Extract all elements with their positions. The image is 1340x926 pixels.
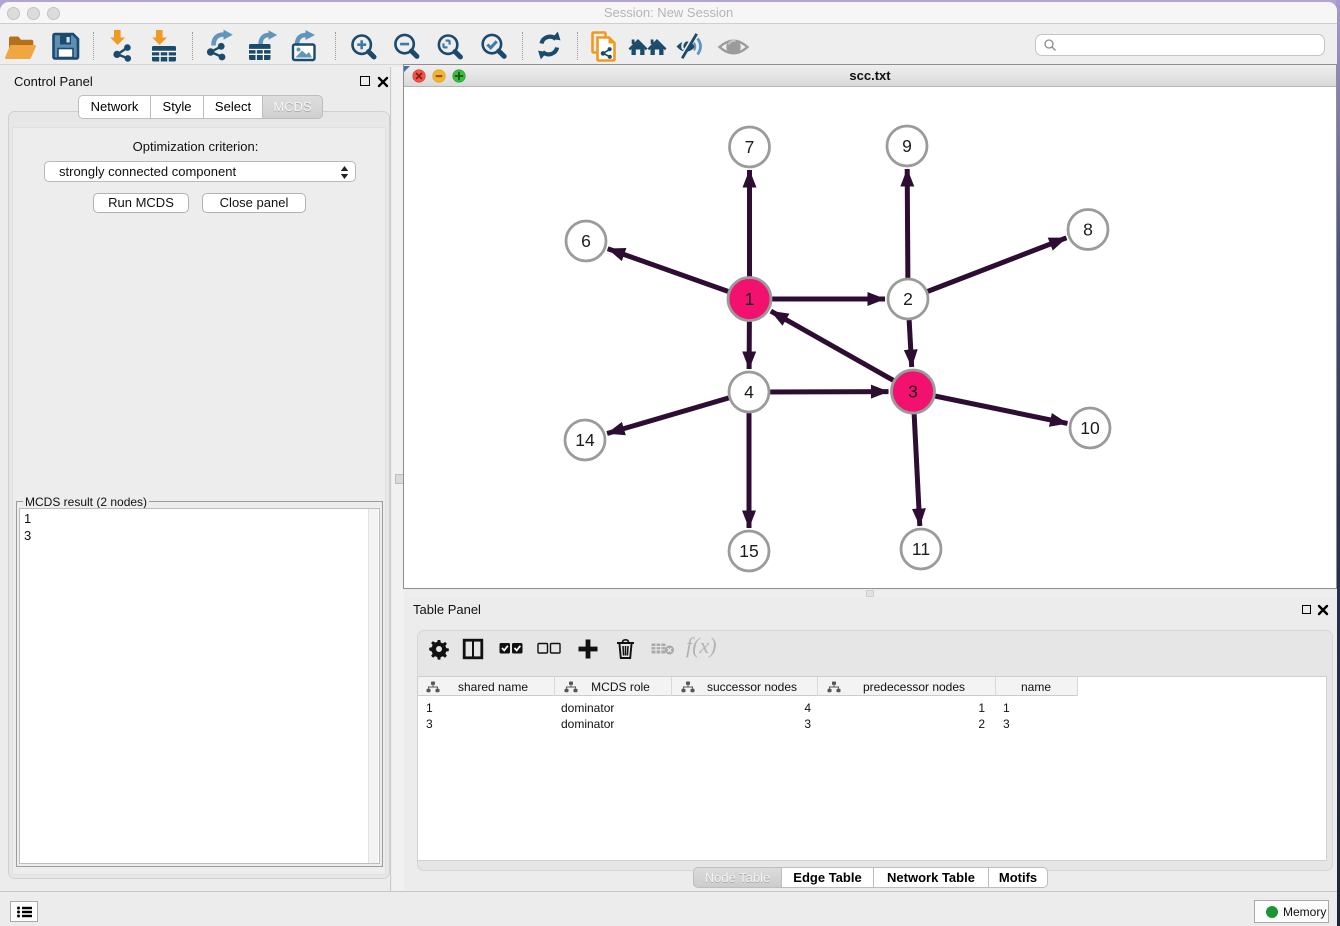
svg-text:9: 9	[902, 136, 912, 156]
svg-text:15: 15	[739, 541, 758, 561]
svg-text:10: 10	[1080, 418, 1100, 438]
svg-text:3: 3	[908, 382, 918, 402]
svg-text:2: 2	[903, 289, 913, 309]
svg-text:6: 6	[581, 231, 591, 251]
svg-text:7: 7	[745, 137, 755, 157]
svg-text:1: 1	[745, 289, 755, 309]
svg-text:14: 14	[575, 430, 595, 450]
svg-text:8: 8	[1083, 220, 1093, 240]
svg-text:4: 4	[744, 382, 754, 402]
svg-text:11: 11	[912, 539, 930, 559]
